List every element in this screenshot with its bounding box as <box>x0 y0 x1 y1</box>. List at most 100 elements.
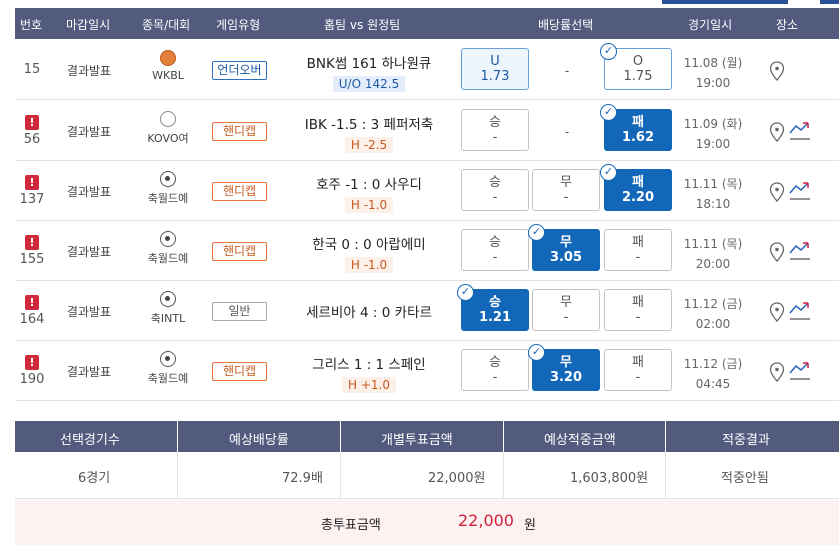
league-name: 축월드예 <box>147 192 189 205</box>
odds-home-button[interactable]: 승 - <box>461 109 529 151</box>
column-divider <box>340 421 341 452</box>
odds-home-button[interactable]: 승 - <box>461 349 529 391</box>
league-name: 축INTL <box>150 312 186 325</box>
odds-home-button[interactable]: ✓ 승 1.21 <box>457 284 529 331</box>
odds-value: - <box>635 310 641 325</box>
sport-league: 축월드예 <box>135 171 201 206</box>
odds-label: 패 <box>632 235 644 250</box>
column-divider <box>177 452 178 499</box>
match-datetime: 11.08 (월) 19:00 <box>672 53 754 93</box>
top-accent-bar <box>662 0 788 4</box>
table-row: ! 137 결과발표 축월드예 핸디캡 호주 -1 : 0 사우디 H -1.0… <box>15 161 839 221</box>
stats-chart-icon[interactable] <box>789 179 811 201</box>
summary-header-odds: 예상배당률 <box>229 433 289 448</box>
match-teams: BNK썸 161 하나원큐 U/O 142.5 <box>273 52 465 92</box>
total-stake-label: 총투표금액 <box>321 518 381 533</box>
map-pin-icon[interactable] <box>769 182 785 202</box>
odds-away-button[interactable]: ✓ 패 2.20 <box>600 164 672 211</box>
row-number: 190 <box>19 372 45 387</box>
total-stake-unit: 원 <box>524 518 536 533</box>
soccer-icon <box>160 351 176 367</box>
odds-draw-button[interactable]: ✓ 무 3.05 <box>528 224 600 271</box>
match-teams: 그리스 1 : 1 스페인 H +1.0 <box>273 353 465 393</box>
alert-icon: ! <box>25 295 39 310</box>
map-pin-icon[interactable] <box>769 242 785 262</box>
odds-label: 승 <box>489 355 501 370</box>
odds-value: 1.73 <box>480 69 510 84</box>
row-number: 164 <box>19 312 45 327</box>
sport-league: 축INTL <box>135 291 201 326</box>
odds-away-button[interactable]: ✓ 패 1.62 <box>600 104 672 151</box>
summary-header-payout: 예상적중금액 <box>544 433 616 448</box>
checkmark-icon: ✓ <box>600 43 617 60</box>
odds-label: 승 <box>489 235 501 250</box>
odds-draw-empty: - <box>564 64 570 78</box>
column-divider <box>340 452 341 499</box>
sport-league: 축월드예 <box>135 351 201 386</box>
soccer-icon <box>160 171 176 187</box>
odds-value: - <box>563 310 569 325</box>
stats-chart-icon[interactable] <box>789 359 811 381</box>
match-datetime: 11.11 (목) 18:10 <box>672 174 754 214</box>
row-number-block: 15 <box>15 62 49 77</box>
row-number-block: ! 164 <box>15 295 49 327</box>
map-pin-icon[interactable] <box>769 122 785 142</box>
line-badge: H +1.0 <box>342 377 396 393</box>
odds-value: - <box>563 190 569 205</box>
alert-icon: ! <box>25 175 39 190</box>
stats-chart-icon[interactable] <box>789 239 811 261</box>
odds-value: - <box>635 370 641 385</box>
odds-over-button[interactable]: ✓ O 1.75 <box>600 43 672 90</box>
stats-chart-icon[interactable] <box>789 299 811 321</box>
odds-label: U <box>490 54 500 69</box>
odds-label: 무 <box>560 295 572 310</box>
match-teams-score: 그리스 1 : 1 스페인 <box>312 357 426 373</box>
match-datetime: 11.09 (화) 19:00 <box>672 114 754 154</box>
stats-chart-icon[interactable] <box>789 119 811 141</box>
odds-home-button[interactable]: 승 - <box>461 169 529 211</box>
column-divider <box>177 421 178 452</box>
odds-label: 패 <box>632 295 644 310</box>
sport-league: KOVO여 <box>135 111 201 146</box>
odds-home-button[interactable]: 승 - <box>461 229 529 271</box>
table-row: ! 190 결과발표 축월드예 핸디캡 그리스 1 : 1 스페인 H +1.0… <box>15 341 839 401</box>
match-datetime: 11.12 (금) 04:45 <box>672 354 754 394</box>
top-accent-bar <box>820 0 839 4</box>
column-divider <box>665 452 666 499</box>
row-number-block: ! 56 <box>15 115 49 147</box>
match-teams: 세르비아 4 : 0 카타르 <box>273 301 465 321</box>
summary-values: 6경기 72.9배 22,000원 1,603,800원 적중안됨 <box>15 452 839 499</box>
odds-under-button[interactable]: U 1.73 <box>461 48 529 90</box>
match-time: 18:10 <box>695 197 731 211</box>
row-number-block: ! 155 <box>15 235 49 267</box>
odds-draw-button[interactable]: 무 - <box>532 289 600 331</box>
league-name: KOVO여 <box>147 132 189 145</box>
row-number: 56 <box>23 132 41 147</box>
odds-value: - <box>492 130 498 145</box>
map-pin-icon[interactable] <box>769 362 785 382</box>
volleyball-icon <box>160 111 176 127</box>
match-teams-score: BNK썸 161 하나원큐 <box>306 56 432 72</box>
odds-away-button[interactable]: 패 - <box>604 349 672 391</box>
match-time: 04:45 <box>695 377 731 391</box>
row-number: 15 <box>23 62 41 77</box>
match-teams: 호주 -1 : 0 사우디 H -1.0 <box>273 173 465 213</box>
row-number: 137 <box>19 192 45 207</box>
row-number-block: ! 190 <box>15 355 49 387</box>
line-badge: H -2.5 <box>344 137 394 153</box>
checkmark-icon: ✓ <box>457 284 474 301</box>
odds-value: - <box>492 370 498 385</box>
map-pin-icon[interactable] <box>769 302 785 322</box>
header-no: 번호 <box>20 18 43 32</box>
odds-draw-button[interactable]: 무 - <box>532 169 600 211</box>
odds-value: - <box>492 250 498 265</box>
table-row: ! 155 결과발표 축월드예 핸디캡 한국 0 : 0 아랍에미 H -1.0… <box>15 221 839 281</box>
odds-value: 3.20 <box>549 370 583 385</box>
match-time: 20:00 <box>695 257 731 271</box>
odds-away-button[interactable]: 패 - <box>604 289 672 331</box>
map-pin-icon[interactable] <box>769 61 785 81</box>
odds-away-button[interactable]: 패 - <box>604 229 672 271</box>
odds-draw-button[interactable]: ✓ 무 3.20 <box>528 344 600 391</box>
checkmark-icon: ✓ <box>528 344 545 361</box>
match-date: 11.12 (금) <box>683 297 743 311</box>
